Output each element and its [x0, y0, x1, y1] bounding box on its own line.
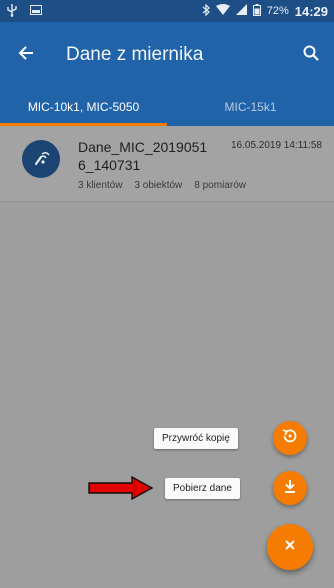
- item-date: 16.05.2019 14:11:58: [230, 140, 322, 151]
- tab-bar: MIC-10k1, MIC-5050 MIC-15k1: [0, 88, 334, 126]
- annotation-arrow-icon: [88, 476, 154, 500]
- restore-backup-button[interactable]: [273, 421, 307, 455]
- close-fab-button[interactable]: [267, 524, 313, 570]
- search-icon: [303, 45, 319, 66]
- restore-backup-label[interactable]: Przywróć kopię: [154, 428, 238, 449]
- tab-label: MIC-15k1: [224, 100, 277, 114]
- screen: 72% 14:29 Dane z miernika MIC-10k1, MIC-…: [0, 0, 334, 588]
- close-icon: [284, 538, 296, 556]
- battery-percent: 72%: [266, 5, 289, 17]
- content-area: Dane_MIC_20190516_140731 16.05.2019 14:1…: [0, 126, 334, 588]
- tab-label: MIC-10k1, MIC-5050: [27, 100, 140, 114]
- tab-mic-15k1[interactable]: MIC-15k1: [167, 88, 334, 126]
- item-objects: 3 obiektów: [134, 180, 183, 191]
- list-item[interactable]: Dane_MIC_20190516_140731 16.05.2019 14:1…: [0, 126, 334, 202]
- search-button[interactable]: [288, 22, 334, 88]
- bluetooth-icon: [202, 3, 210, 19]
- page-title: Dane z miernika: [66, 44, 204, 65]
- download-icon: [282, 478, 298, 499]
- arrow-back-icon: [18, 45, 34, 66]
- download-data-label[interactable]: Pobierz dane: [165, 478, 240, 499]
- wifi-icon: [215, 4, 230, 18]
- back-button[interactable]: [0, 22, 52, 88]
- download-data-button[interactable]: [273, 471, 307, 505]
- status-bar: 72% 14:29: [0, 0, 334, 22]
- tab-mic-10k1-mic-5050[interactable]: MIC-10k1, MIC-5050: [0, 88, 167, 126]
- usb-icon: [6, 3, 18, 20]
- restore-icon: [281, 427, 299, 450]
- clock: 14:29: [294, 3, 328, 19]
- image-icon: [30, 4, 42, 18]
- item-clients: 3 klientów: [78, 180, 123, 191]
- app-bar: Dane z miernika: [0, 22, 334, 88]
- item-meta: 3 klientów 3 obiektów 8 pomiarów: [78, 180, 246, 191]
- signal-icon: [235, 4, 247, 18]
- battery-icon: [252, 3, 261, 19]
- meter-probe-icon: [22, 140, 60, 178]
- item-measurements: 8 pomiarów: [194, 180, 246, 191]
- item-name: Dane_MIC_20190516_140731: [78, 139, 208, 173]
